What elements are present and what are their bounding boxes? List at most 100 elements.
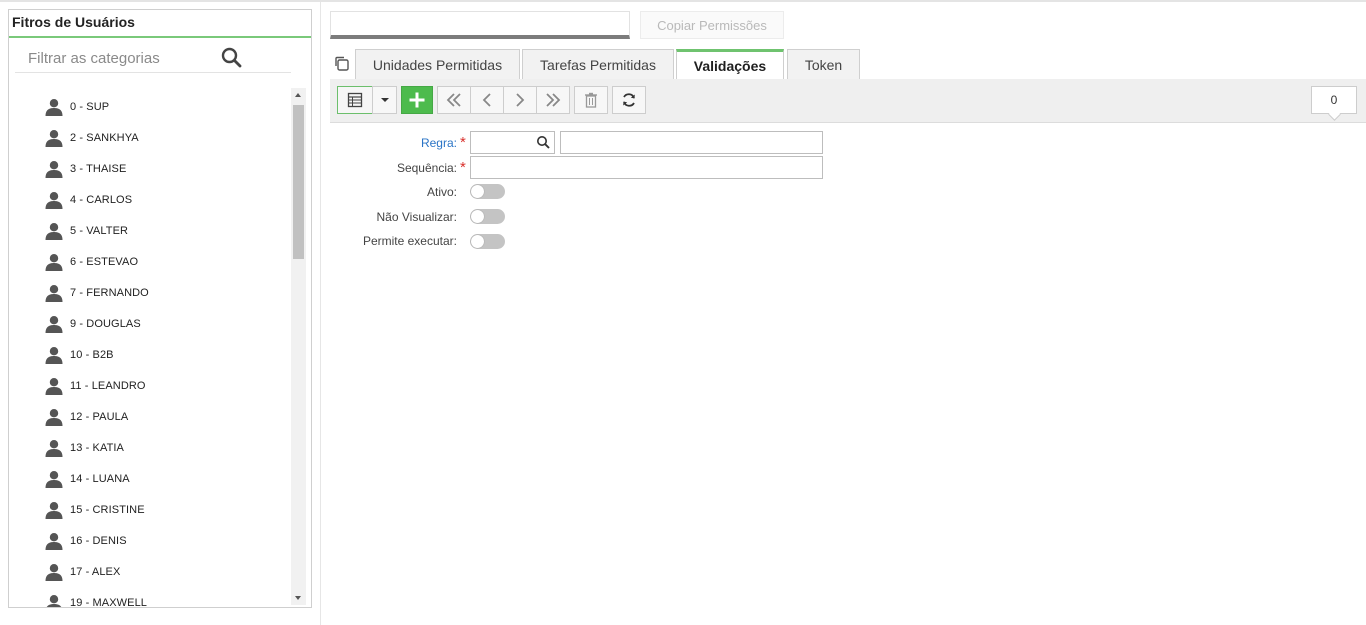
required-asterisk-sequencia: *: [460, 159, 466, 176]
plus-icon: [409, 92, 425, 108]
view-options-dropdown[interactable]: [372, 86, 397, 114]
user-list-item[interactable]: 9 - DOUGLAS: [45, 308, 289, 339]
user-list-item[interactable]: 2 - SANKHYA: [45, 122, 289, 153]
refresh-icon: [623, 93, 635, 107]
chevron-right-icon: [516, 93, 525, 107]
user-label: 17 - ALEX: [70, 565, 121, 578]
copy-permissions-button[interactable]: Copiar Permissões: [640, 11, 784, 39]
user-list-item[interactable]: 15 - CRISTINE: [45, 494, 289, 525]
previous-record-button[interactable]: [470, 86, 504, 114]
toggle-knob: [471, 210, 484, 223]
user-label: 2 - SANKHYA: [70, 131, 139, 144]
user-label: 0 - SUP: [70, 100, 110, 113]
user-icon: [45, 346, 63, 364]
caret-down-icon: [380, 98, 389, 102]
user-icon: [45, 160, 63, 178]
user-label: 13 - KATIA: [70, 441, 124, 454]
search-icon[interactable]: [220, 46, 244, 70]
category-search: [15, 43, 291, 73]
selected-user-field[interactable]: [330, 11, 630, 39]
user-list-item[interactable]: 10 - B2B: [45, 339, 289, 370]
regra-label[interactable]: Regra:: [421, 136, 457, 150]
user-list-item[interactable]: 11 - LEANDRO: [45, 370, 289, 401]
nao-visualizar-label: Não Visualizar:: [376, 210, 457, 224]
top-border: [0, 0, 1366, 2]
regra-code-input[interactable]: [470, 131, 555, 154]
user-icon: [45, 191, 63, 209]
user-list-item[interactable]: 4 - CARLOS: [45, 184, 289, 215]
ativo-label: Ativo:: [426, 185, 457, 199]
user-icon: [45, 563, 63, 581]
user-list-scrollbar[interactable]: [291, 88, 306, 605]
user-icon: [45, 284, 63, 302]
user-label: 4 - CARLOS: [70, 193, 133, 206]
grid-toolbar: 0: [330, 79, 1366, 123]
user-list-item[interactable]: 3 - THAISE: [45, 153, 289, 184]
ativo-toggle[interactable]: [470, 184, 505, 199]
required-asterisk-regra: *: [460, 134, 466, 151]
add-record-button[interactable]: [401, 86, 433, 114]
user-list-item[interactable]: 0 - SUP: [45, 91, 289, 122]
user-list-item[interactable]: 13 - KATIA: [45, 432, 289, 463]
user-list-item[interactable]: 14 - LUANA: [45, 463, 289, 494]
double-chevron-right-icon: [546, 93, 561, 107]
user-label: 14 - LUANA: [70, 472, 130, 485]
category-search-input[interactable]: [15, 47, 245, 69]
tab-token[interactable]: Token: [787, 49, 860, 79]
user-list-item[interactable]: 7 - FERNANDO: [45, 277, 289, 308]
user-list-item[interactable]: 17 - ALEX: [45, 556, 289, 587]
chevron-left-icon: [482, 93, 491, 107]
user-list-item[interactable]: 12 - PAULA: [45, 401, 289, 432]
user-list-item[interactable]: 16 - DENIS: [45, 525, 289, 556]
tab-validacoes[interactable]: Validações: [676, 49, 784, 80]
first-record-button[interactable]: [437, 86, 471, 114]
user-list-item[interactable]: 19 - MAXWELL: [45, 587, 289, 607]
user-label: 10 - B2B: [70, 348, 114, 361]
user-label: 6 - ESTEVAO: [70, 255, 139, 268]
copy-tabs-icon[interactable]: [333, 55, 351, 73]
double-chevron-left-icon: [446, 93, 461, 107]
user-icon: [45, 532, 63, 550]
grid-icon: [347, 92, 363, 108]
delete-record-button[interactable]: [574, 86, 608, 114]
panel-title: Fitros de Usuários: [9, 10, 311, 38]
user-icon: [45, 439, 63, 457]
sequencia-label: Sequência:: [396, 161, 457, 175]
user-label: 15 - CRISTINE: [70, 503, 145, 516]
user-filter-panel: Fitros de Usuários 0 - SUP 2 - SANKHYA 3 -…: [8, 9, 312, 608]
toggle-knob: [471, 235, 484, 248]
next-record-button[interactable]: [503, 86, 537, 114]
user-icon: [45, 377, 63, 395]
user-list-item[interactable]: 6 - ESTEVAO: [45, 246, 289, 277]
tab-tarefas-permitidas[interactable]: Tarefas Permitidas: [522, 49, 674, 79]
trash-icon: [585, 92, 597, 108]
user-label: 7 - FERNANDO: [70, 286, 149, 299]
user-label: 5 - VALTER: [70, 224, 129, 237]
scroll-down-arrow[interactable]: [291, 591, 306, 605]
lookup-search-icon[interactable]: [536, 135, 551, 150]
tab-unidades-permitidas[interactable]: Unidades Permitidas: [355, 49, 520, 79]
user-icon: [45, 470, 63, 488]
user-icon: [45, 315, 63, 333]
grid-view-button[interactable]: [337, 86, 373, 114]
nao-visualizar-toggle[interactable]: [470, 209, 505, 224]
user-label: 11 - LEANDRO: [70, 379, 146, 392]
last-record-button[interactable]: [536, 86, 570, 114]
refresh-button[interactable]: [612, 86, 646, 114]
user-icon: [45, 594, 63, 607]
user-icon: [45, 501, 63, 519]
user-list-item[interactable]: 5 - VALTER: [45, 215, 289, 246]
user-icon: [45, 253, 63, 271]
toggle-knob: [471, 185, 484, 198]
permite-executar-label: Permite executar:: [362, 234, 457, 248]
user-label: 9 - DOUGLAS: [70, 317, 141, 330]
user-icon: [45, 222, 63, 240]
permite-executar-toggle[interactable]: [470, 234, 505, 249]
sequencia-input[interactable]: [470, 156, 823, 179]
user-icon: [45, 408, 63, 426]
scroll-thumb[interactable]: [293, 105, 304, 259]
user-label: 12 - PAULA: [70, 410, 129, 423]
regra-description-input[interactable]: [560, 131, 823, 154]
user-icon: [45, 98, 63, 116]
scroll-up-arrow[interactable]: [291, 88, 306, 102]
